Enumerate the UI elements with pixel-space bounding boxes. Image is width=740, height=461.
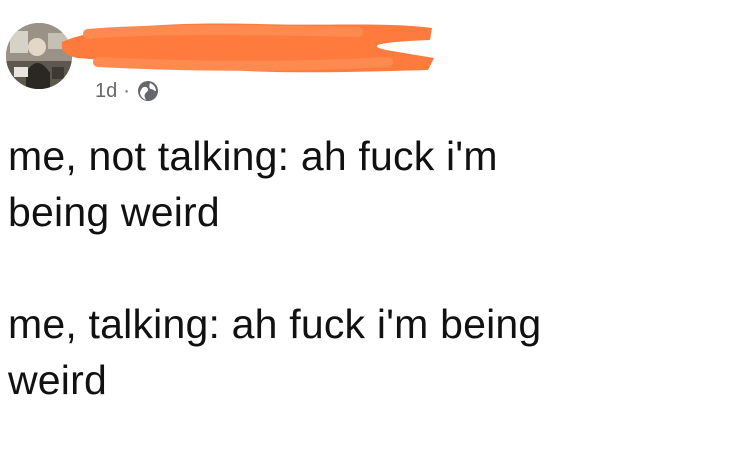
- post-paragraph-2: me, talking: ah fuck i'm being weird: [8, 301, 542, 403]
- redacted-author-name: [61, 23, 435, 73]
- meta-separator: ·: [123, 79, 130, 102]
- post-body: me, not talking: ah fuck i'm being weird…: [8, 128, 728, 408]
- post-header: 1d ·: [0, 0, 740, 110]
- post-timestamp[interactable]: 1d: [95, 80, 117, 103]
- post-paragraph-1: me, not talking: ah fuck i'm being weird: [8, 133, 498, 235]
- social-post: 1d · me, not talking: ah fuck i'm being …: [0, 0, 740, 461]
- globe-icon[interactable]: [136, 79, 160, 103]
- post-meta: 1d ·: [95, 78, 160, 104]
